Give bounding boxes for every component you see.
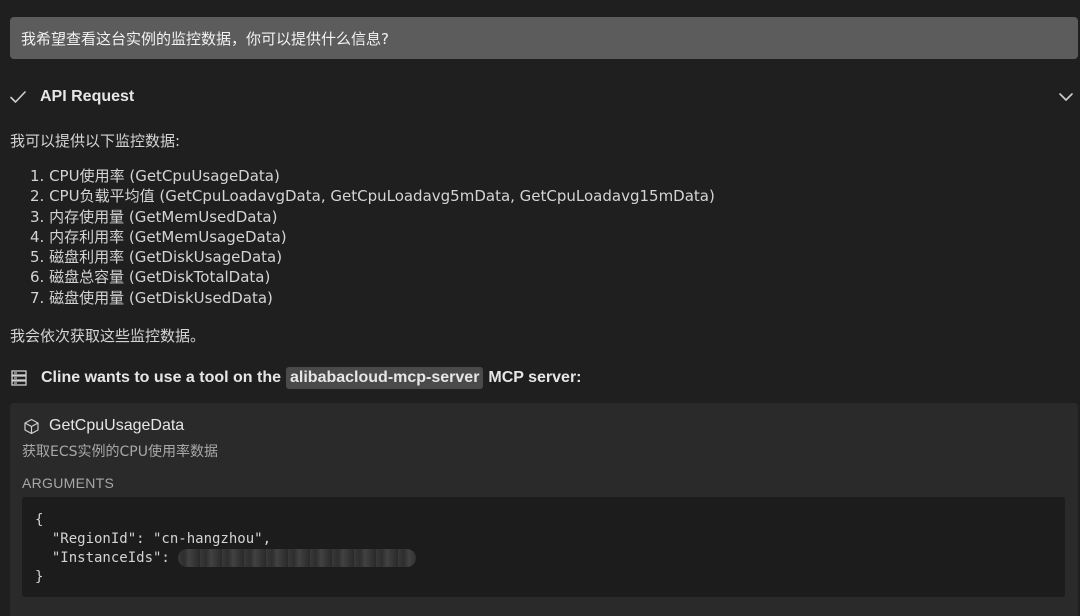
code-line: { — [35, 512, 44, 528]
api-request-label: API Request — [40, 88, 135, 105]
list-item: 7. 磁盘使用量 (GetDiskUsedData) — [30, 288, 273, 307]
server-icon — [10, 369, 28, 387]
redacted-value — [177, 549, 416, 567]
instance-ids-key: "InstanceIds": — [35, 550, 170, 566]
list-item: 5. 磁盘利用率 (GetDiskUsageData) — [30, 248, 283, 267]
list-item: 6. 磁盘总容量 (GetDiskTotalData) — [30, 268, 271, 287]
user-message: 我希望查看这台实例的监控数据，你可以提供什么信息? — [10, 17, 1078, 59]
arguments-label: ARGUMENTS — [22, 475, 115, 491]
tool-use-suffix: MCP server: — [488, 369, 582, 386]
api-request-row[interactable]: API Request — [8, 84, 1076, 110]
tool-description: 获取ECS实例的CPU使用率数据 — [22, 444, 218, 460]
tool-card: GetCpuUsageData 获取ECS实例的CPU使用率数据 ARGUMEN… — [10, 403, 1078, 616]
tool-use-prefix: Cline wants to use a tool on the — [41, 369, 282, 386]
monitor-data-list: 1. CPU使用率 (GetCpuUsageData) 2. CPU负载平均值 … — [30, 166, 715, 308]
tool-name-row: GetCpuUsageData — [23, 417, 184, 435]
tool-name: GetCpuUsageData — [49, 417, 185, 434]
box-icon — [23, 418, 40, 435]
list-item: 3. 内存使用量 (GetMemUsedData) — [30, 207, 278, 226]
code-line: "RegionId": "cn-hangzhou", — [35, 531, 272, 547]
mcp-server-name: alibabacloud-mcp-server — [286, 367, 484, 389]
list-item: 2. CPU负载平均值 (GetCpuLoadavgData, GetCpuLo… — [30, 187, 715, 206]
assistant-intro: 我可以提供以下监控数据: — [10, 132, 181, 150]
assistant-closing: 我会依次获取这些监控数据。 — [10, 327, 206, 345]
list-item: 4. 内存利用率 (GetMemUsageData) — [30, 227, 287, 246]
arguments-code: { "RegionId": "cn-hangzhou", "InstanceId… — [22, 497, 1065, 597]
code-line-instance-ids: "InstanceIds": — [35, 549, 1065, 568]
check-icon — [8, 87, 28, 107]
code-line: } — [35, 569, 44, 585]
tool-use-header: Cline wants to use a tool on the alibaba… — [10, 365, 582, 391]
user-message-text: 我希望查看这台实例的监控数据，你可以提供什么信息? — [21, 29, 389, 48]
list-item: 1. CPU使用率 (GetCpuUsageData) — [30, 167, 280, 185]
chevron-down-icon[interactable] — [1056, 87, 1076, 107]
